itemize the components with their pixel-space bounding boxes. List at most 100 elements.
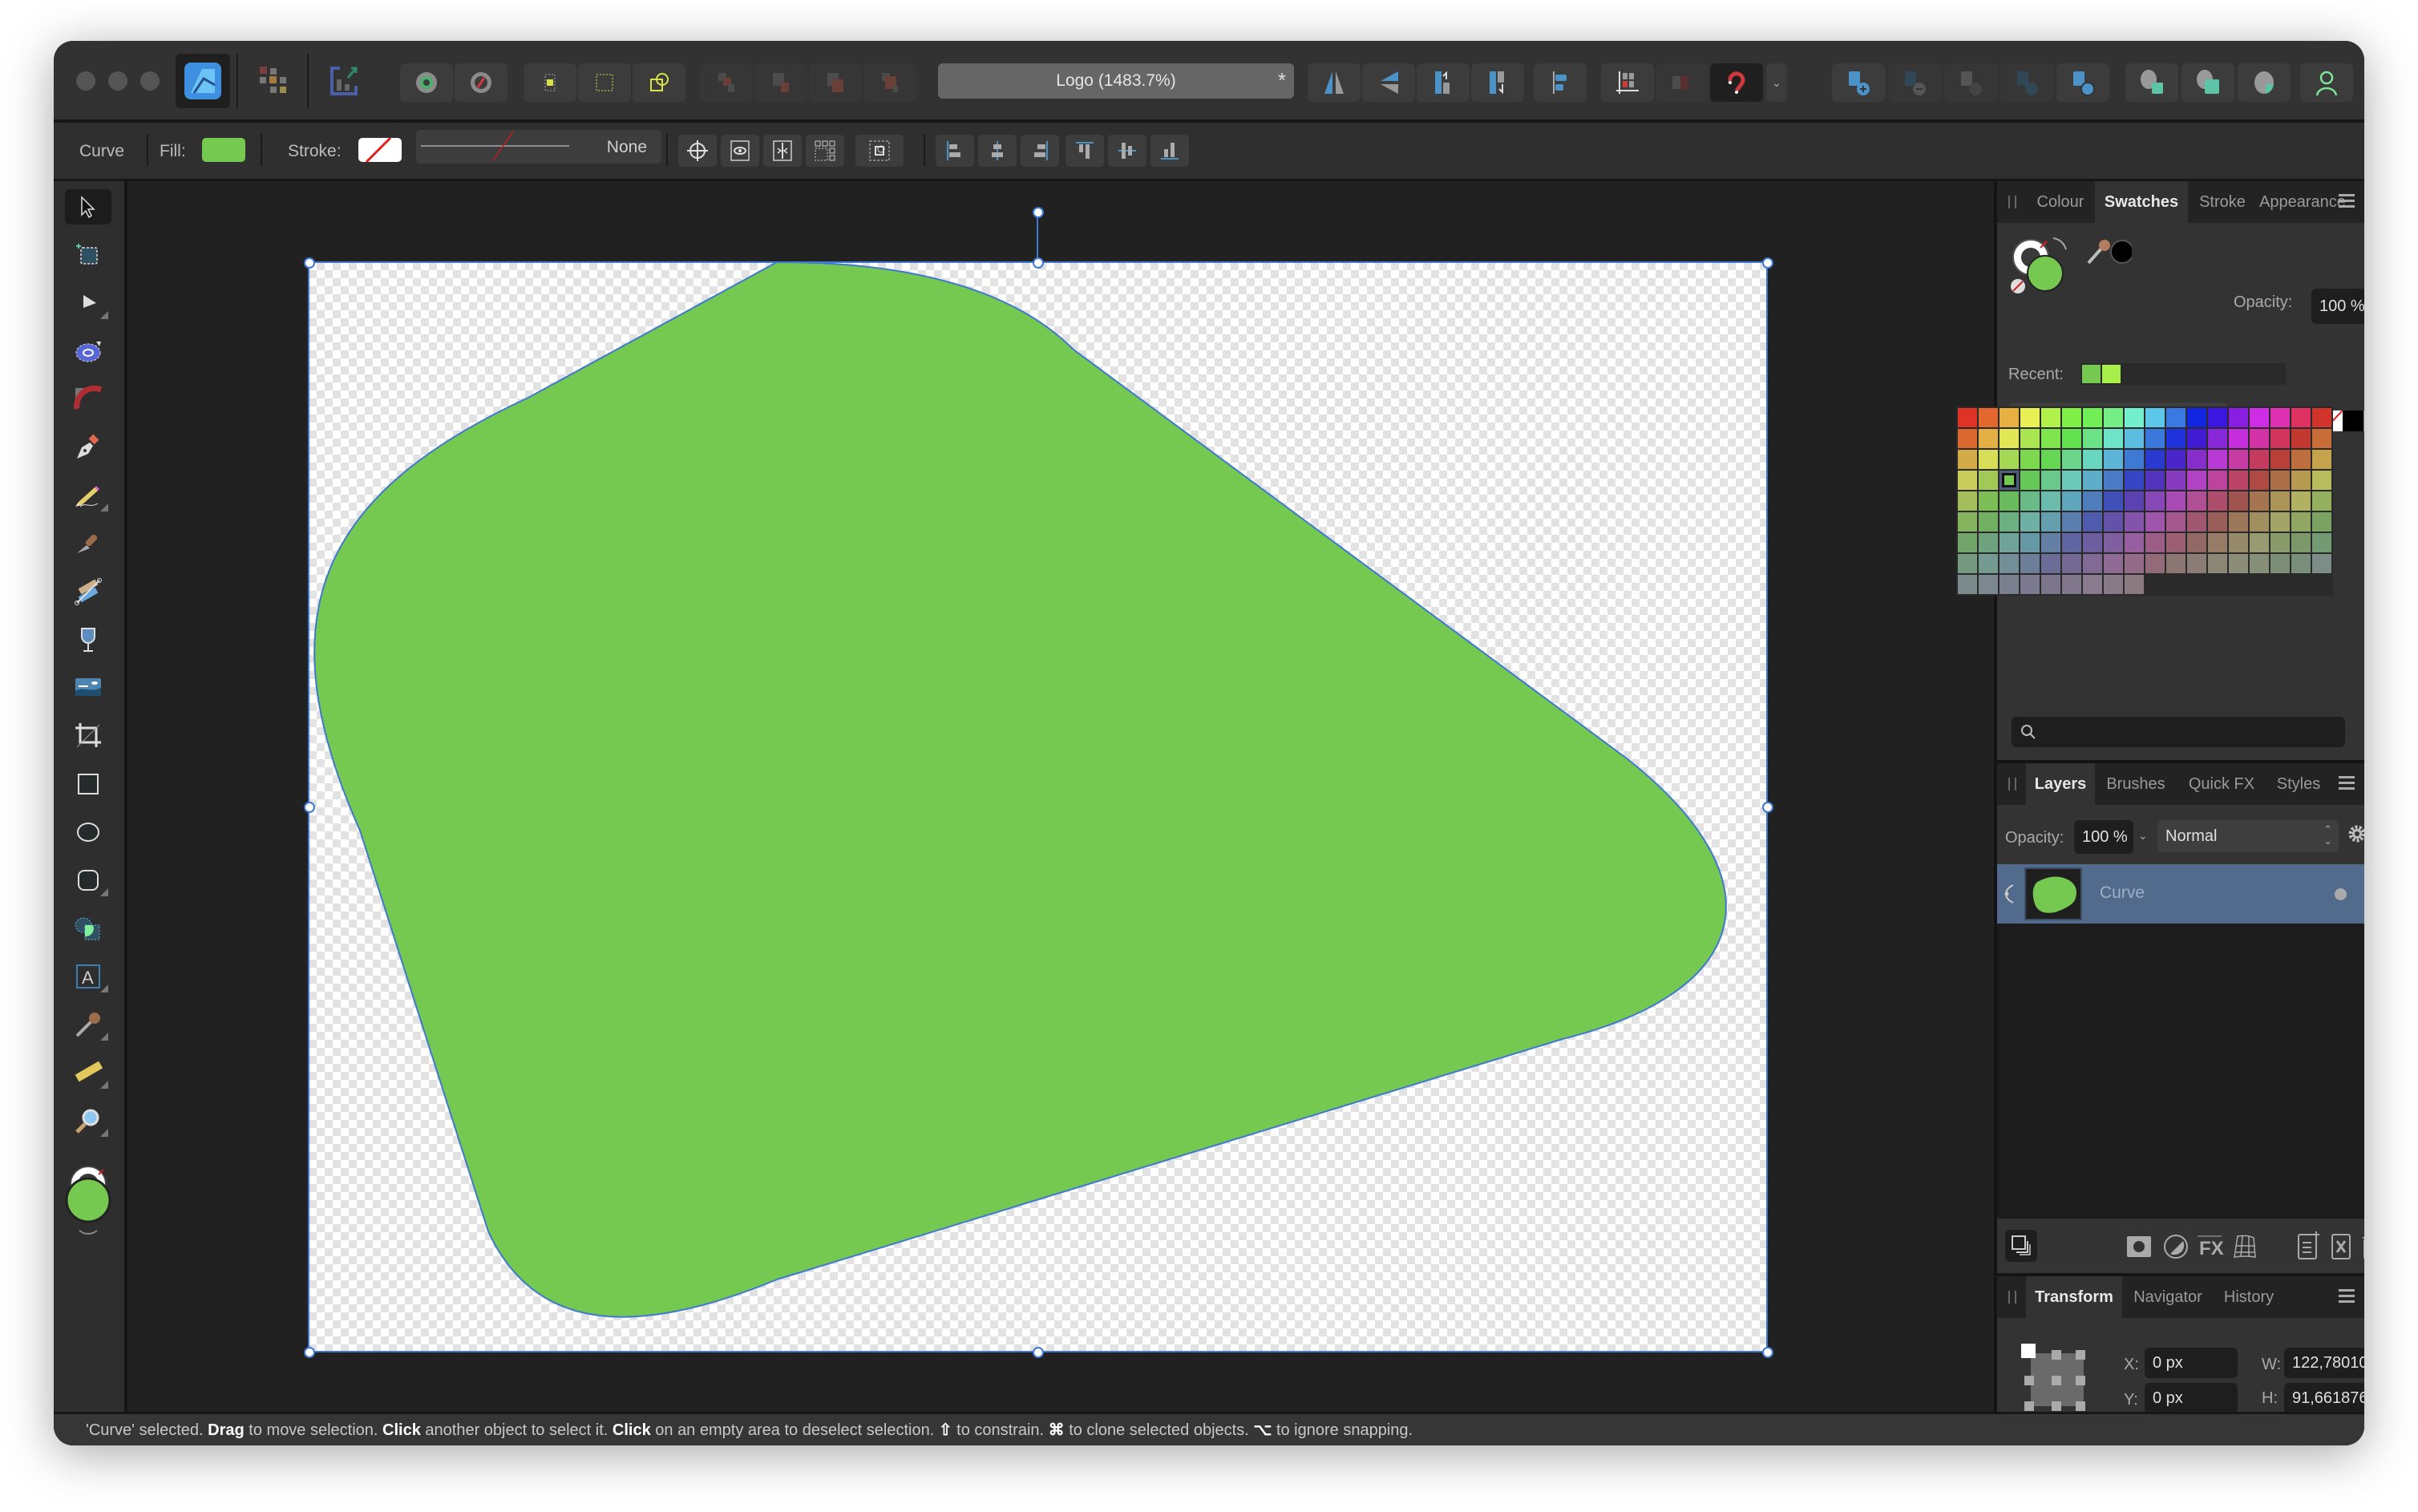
arrange-forward-button[interactable]	[809, 63, 862, 102]
swatch[interactable]	[2062, 512, 2081, 532]
swatch[interactable]	[2041, 575, 2060, 594]
boolean-subtract-button[interactable]	[1888, 63, 1941, 102]
stroke-swatch[interactable]	[358, 138, 402, 162]
layer-opacity-field[interactable]: 100 %	[2074, 820, 2133, 854]
geometry-separate-button[interactable]	[2181, 63, 2234, 102]
artboard-tool[interactable]	[65, 237, 111, 273]
snap-button[interactable]	[633, 63, 685, 102]
swatch[interactable]	[2083, 491, 2102, 511]
pencil-tool[interactable]	[65, 478, 111, 513]
stroke-style-dropdown[interactable]: None	[416, 130, 661, 164]
swatch[interactable]	[1958, 554, 1977, 573]
minimize-window-button[interactable]	[108, 71, 127, 91]
swatch[interactable]	[2104, 408, 2123, 427]
add-layer-icon[interactable]	[2297, 1231, 2321, 1260]
swatch[interactable]	[2250, 471, 2269, 490]
swatch[interactable]	[2312, 471, 2331, 490]
swatch[interactable]	[2125, 575, 2144, 594]
transform-origin-button[interactable]	[678, 135, 717, 167]
swatch[interactable]	[2125, 471, 2144, 490]
align-middle-button[interactable]	[1108, 135, 1146, 167]
curve-shape[interactable]	[313, 261, 1727, 1318]
swatch[interactable]	[2145, 429, 2165, 448]
swatch[interactable]	[2166, 533, 2186, 552]
swatch[interactable]	[2041, 408, 2060, 427]
opacity-field[interactable]: 100 %	[2311, 289, 2364, 324]
tab-stroke[interactable]: Stroke	[2188, 181, 2257, 223]
geometry-combine-button[interactable]	[2125, 63, 2178, 102]
swatch[interactable]	[2104, 429, 2123, 448]
swatch[interactable]	[2312, 533, 2331, 552]
swatch[interactable]	[2187, 554, 2206, 573]
resize-handle-bottom[interactable]	[1033, 1347, 1044, 1358]
swatch[interactable]	[2312, 554, 2331, 573]
adjustments-icon[interactable]	[2162, 1233, 2190, 1260]
align-button[interactable]	[1534, 63, 1587, 102]
swatch[interactable]	[2083, 471, 2102, 490]
swatch[interactable]	[2229, 554, 2248, 573]
resize-handle-bottom-left[interactable]	[304, 1347, 315, 1358]
select-all-button[interactable]	[578, 63, 631, 102]
tab-history[interactable]: History	[2215, 1276, 2283, 1318]
swatch[interactable]	[2312, 450, 2331, 469]
document-title[interactable]: Logo (1483.7%) *	[938, 63, 1294, 99]
swatch[interactable]	[2291, 450, 2311, 469]
swatch[interactable]	[2041, 429, 2060, 448]
layer-opacity-dropdown-chevron[interactable]: ⌄	[2138, 829, 2148, 843]
point-transform-tool[interactable]	[65, 334, 111, 369]
resize-handle-left[interactable]	[304, 802, 315, 813]
swatch[interactable]	[2020, 429, 2040, 448]
panel-menu-icon[interactable]	[2339, 194, 2355, 208]
swatch[interactable]	[2000, 408, 2019, 427]
shape-builder-tool[interactable]	[65, 911, 111, 946]
arrange-back-button[interactable]	[700, 63, 753, 102]
swatch[interactable]	[2000, 429, 2019, 448]
vector-brush-tool[interactable]	[65, 526, 111, 561]
swatch[interactable]	[2020, 554, 2040, 573]
swatch[interactable]	[2229, 512, 2248, 532]
swatch[interactable]	[2187, 408, 2206, 427]
swatch[interactable]	[2000, 554, 2019, 573]
quick-color-black[interactable]	[2343, 410, 2363, 431]
resize-handle-top-right[interactable]	[1762, 257, 1773, 269]
resize-handle-right[interactable]	[1762, 802, 1773, 813]
panel-menu-icon[interactable]	[2339, 1289, 2355, 1304]
swatch[interactable]	[1958, 575, 1977, 594]
swatch[interactable]	[2041, 450, 2060, 469]
swatch[interactable]	[1979, 554, 1998, 573]
swatch[interactable]	[2062, 554, 2081, 573]
swatch[interactable]	[2250, 408, 2269, 427]
swatch[interactable]	[2270, 408, 2290, 427]
panel-grip-icon[interactable]	[2008, 196, 2016, 208]
swatch[interactable]	[2000, 512, 2019, 532]
swatch[interactable]	[2104, 471, 2123, 490]
align-top-button[interactable]	[1065, 135, 1104, 167]
center-origin-button[interactable]	[763, 135, 802, 167]
swatch[interactable]	[2083, 512, 2102, 532]
swatch[interactable]	[2166, 554, 2186, 573]
swatch[interactable]	[2312, 512, 2331, 532]
resize-handle-top-left[interactable]	[304, 257, 315, 269]
swatch[interactable]	[2270, 429, 2290, 448]
tab-swatches[interactable]: Swatches	[2095, 181, 2188, 223]
swatch[interactable]	[1979, 575, 1998, 594]
align-left-button[interactable]	[936, 135, 974, 167]
swatch[interactable]	[2166, 512, 2186, 532]
swatch[interactable]	[2020, 491, 2040, 511]
panel-grip-icon[interactable]	[2008, 1291, 2016, 1304]
swatch[interactable]	[1979, 429, 1998, 448]
align-bottom-button[interactable]	[1150, 135, 1189, 167]
swatch[interactable]	[2083, 533, 2102, 552]
swatch[interactable]	[2208, 554, 2227, 573]
delete-layer-icon[interactable]	[2359, 1231, 2364, 1260]
panel-menu-icon[interactable]	[2339, 776, 2355, 790]
document-setup-button[interactable]	[400, 63, 453, 102]
swatch[interactable]	[2270, 471, 2290, 490]
guides-button[interactable]	[1656, 63, 1708, 102]
swatch[interactable]	[2083, 450, 2102, 469]
tab-brushes[interactable]: Brushes	[2095, 763, 2177, 805]
place-image-tool[interactable]	[65, 670, 111, 705]
tab-quick-fx[interactable]: Quick FX	[2178, 763, 2265, 805]
node-tool[interactable]	[65, 285, 111, 321]
canvas-area[interactable]	[127, 181, 1994, 1412]
